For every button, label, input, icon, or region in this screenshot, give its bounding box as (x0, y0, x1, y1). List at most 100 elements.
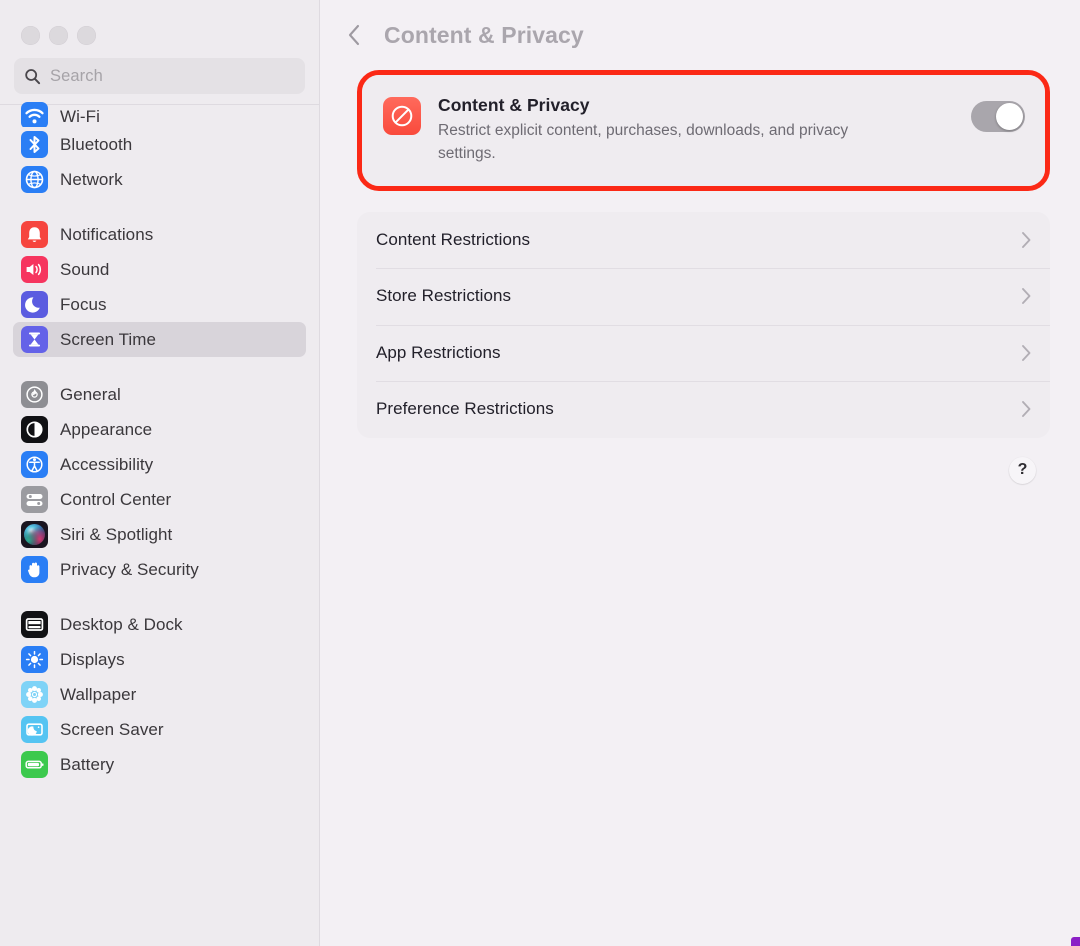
sidebar-item-label: Displays (60, 649, 125, 669)
sidebar-group-network: Wi-Fi Bluetooth Network (13, 99, 306, 197)
content-privacy-card: Content & Privacy Restrict explicit cont… (362, 75, 1045, 186)
restriction-label: Store Restrictions (376, 286, 512, 306)
sidebar-item-bluetooth[interactable]: Bluetooth (13, 127, 306, 162)
displays-brightness-icon (21, 646, 48, 673)
search-input[interactable]: Search (14, 58, 305, 94)
focus-moon-icon (21, 291, 48, 318)
help-button[interactable]: ? (1009, 456, 1036, 484)
screen-saver-icon (21, 716, 48, 743)
settings-content: Content & Privacy Restrict explicit cont… (320, 70, 1080, 484)
sidebar-item-label: Appearance (60, 419, 153, 439)
bluetooth-icon (21, 131, 48, 158)
main-header: Content & Privacy (320, 0, 1080, 70)
sidebar-item-label: Desktop & Dock (60, 614, 183, 634)
sidebar-item-notifications[interactable]: Notifications (13, 217, 306, 252)
sidebar-item-displays[interactable]: Displays (13, 642, 306, 677)
chevron-right-icon (1022, 344, 1031, 361)
restriction-row-content[interactable]: Content Restrictions (357, 212, 1050, 269)
sidebar-item-label: Privacy & Security (60, 559, 199, 579)
sidebar-item-label: Wi-Fi (60, 107, 100, 126)
network-globe-icon (21, 166, 48, 193)
sidebar-group-personal: General Appearance Accessibility Control… (13, 377, 306, 587)
sidebar-item-label: General (60, 384, 121, 404)
sidebar-item-label: Sound (60, 259, 110, 279)
content-privacy-toggle[interactable] (971, 101, 1025, 132)
sidebar-item-general[interactable]: General (13, 377, 306, 412)
sidebar-group-divider (13, 357, 306, 377)
sidebar: Search Wi-Fi Bluetooth Network Notificat… (0, 0, 320, 946)
privacy-hand-icon (21, 556, 48, 583)
sidebar-group-divider (13, 197, 306, 217)
sidebar-item-sound[interactable]: Sound (13, 252, 306, 287)
chevron-right-icon (1022, 401, 1031, 418)
restriction-label: App Restrictions (376, 342, 501, 362)
chevron-right-icon (1022, 288, 1031, 305)
sidebar-item-label: Notifications (60, 224, 154, 244)
sidebar-item-label: Siri & Spotlight (60, 524, 173, 544)
wallpaper-flower-icon (21, 681, 48, 708)
control-center-sliders-icon (21, 486, 48, 513)
system-settings-window: Search Wi-Fi Bluetooth Network Notificat… (0, 0, 1080, 946)
content-privacy-description: Restrict explicit content, purchases, do… (438, 122, 849, 162)
sidebar-item-label: Network (60, 169, 123, 189)
sidebar-item-control-center[interactable]: Control Center (13, 482, 306, 517)
sidebar-item-battery[interactable]: Battery (13, 747, 306, 782)
wifi-icon (21, 102, 48, 127)
minimize-button[interactable] (49, 26, 68, 45)
sidebar-item-label: Screen Time (60, 329, 156, 349)
content-privacy-highlight: Content & Privacy Restrict explicit cont… (357, 70, 1050, 191)
desktop-dock-icon (21, 611, 48, 638)
sidebar-item-label: Focus (60, 294, 107, 314)
sound-speaker-icon (21, 256, 48, 283)
window-traffic-lights (0, 0, 319, 56)
sidebar-item-wi-fi[interactable]: Wi-Fi (13, 99, 306, 127)
sidebar-item-network[interactable]: Network (13, 162, 306, 197)
screen-time-hourglass-icon (21, 326, 48, 353)
sidebar-item-appearance[interactable]: Appearance (13, 412, 306, 447)
notifications-bell-icon (21, 221, 48, 248)
sidebar-item-label: Bluetooth (60, 134, 133, 154)
page-title: Content & Privacy (384, 21, 584, 48)
appearance-contrast-icon (21, 416, 48, 443)
chevron-right-icon (1022, 231, 1031, 248)
search-container: Search (0, 56, 319, 94)
sidebar-item-label: Accessibility (60, 454, 154, 474)
corner-artifact (1071, 937, 1080, 946)
sidebar-item-wallpaper[interactable]: Wallpaper (13, 677, 306, 712)
restriction-row-preference[interactable]: Preference Restrictions (357, 381, 1050, 438)
close-button[interactable] (21, 26, 40, 45)
sidebar-item-siri-spotlight[interactable]: Siri & Spotlight (13, 517, 306, 552)
sidebar-item-label: Screen Saver (60, 719, 164, 739)
accessibility-person-icon (21, 451, 48, 478)
sidebar-group-system: Notifications Sound Focus Screen Time (13, 217, 306, 357)
search-icon (25, 68, 41, 84)
restriction-row-app[interactable]: App Restrictions (357, 324, 1050, 382)
zoom-button[interactable] (77, 26, 96, 45)
help-row: ? (357, 438, 1050, 484)
restrictions-list: Content Restrictions Store Restrictions … (357, 211, 1050, 438)
battery-icon (21, 751, 48, 778)
restriction-row-store[interactable]: Store Restrictions (357, 268, 1050, 325)
sidebar-item-accessibility[interactable]: Accessibility (13, 447, 306, 482)
sidebar-item-label: Wallpaper (60, 684, 137, 704)
prohibited-sign-icon (383, 97, 421, 135)
toggle-knob (996, 103, 1023, 130)
sidebar-item-label: Control Center (60, 489, 172, 509)
general-gear-icon (21, 381, 48, 408)
sidebar-nav-list: Wi-Fi Bluetooth Network Notifications So… (0, 99, 319, 782)
sidebar-item-focus[interactable]: Focus (13, 287, 306, 322)
main-content: Content & Privacy Content & Privacy Rest… (320, 0, 1080, 946)
sidebar-item-label: Battery (60, 754, 115, 774)
sidebar-group-divider (13, 587, 306, 607)
sidebar-item-screen-time[interactable]: Screen Time (13, 322, 306, 357)
content-privacy-text: Content & Privacy Restrict explicit cont… (438, 95, 971, 166)
sidebar-item-desktop-dock[interactable]: Desktop & Dock (13, 607, 306, 642)
back-button[interactable] (342, 21, 366, 49)
chevron-left-icon (348, 24, 360, 46)
restriction-label: Preference Restrictions (376, 399, 554, 419)
sidebar-item-privacy-security[interactable]: Privacy & Security (13, 552, 306, 587)
sidebar-item-screen-saver[interactable]: Screen Saver (13, 712, 306, 747)
sidebar-group-display: Desktop & Dock Displays Wallpaper Screen… (13, 607, 306, 782)
search-placeholder: Search (50, 66, 103, 85)
content-privacy-title: Content & Privacy (438, 95, 590, 115)
